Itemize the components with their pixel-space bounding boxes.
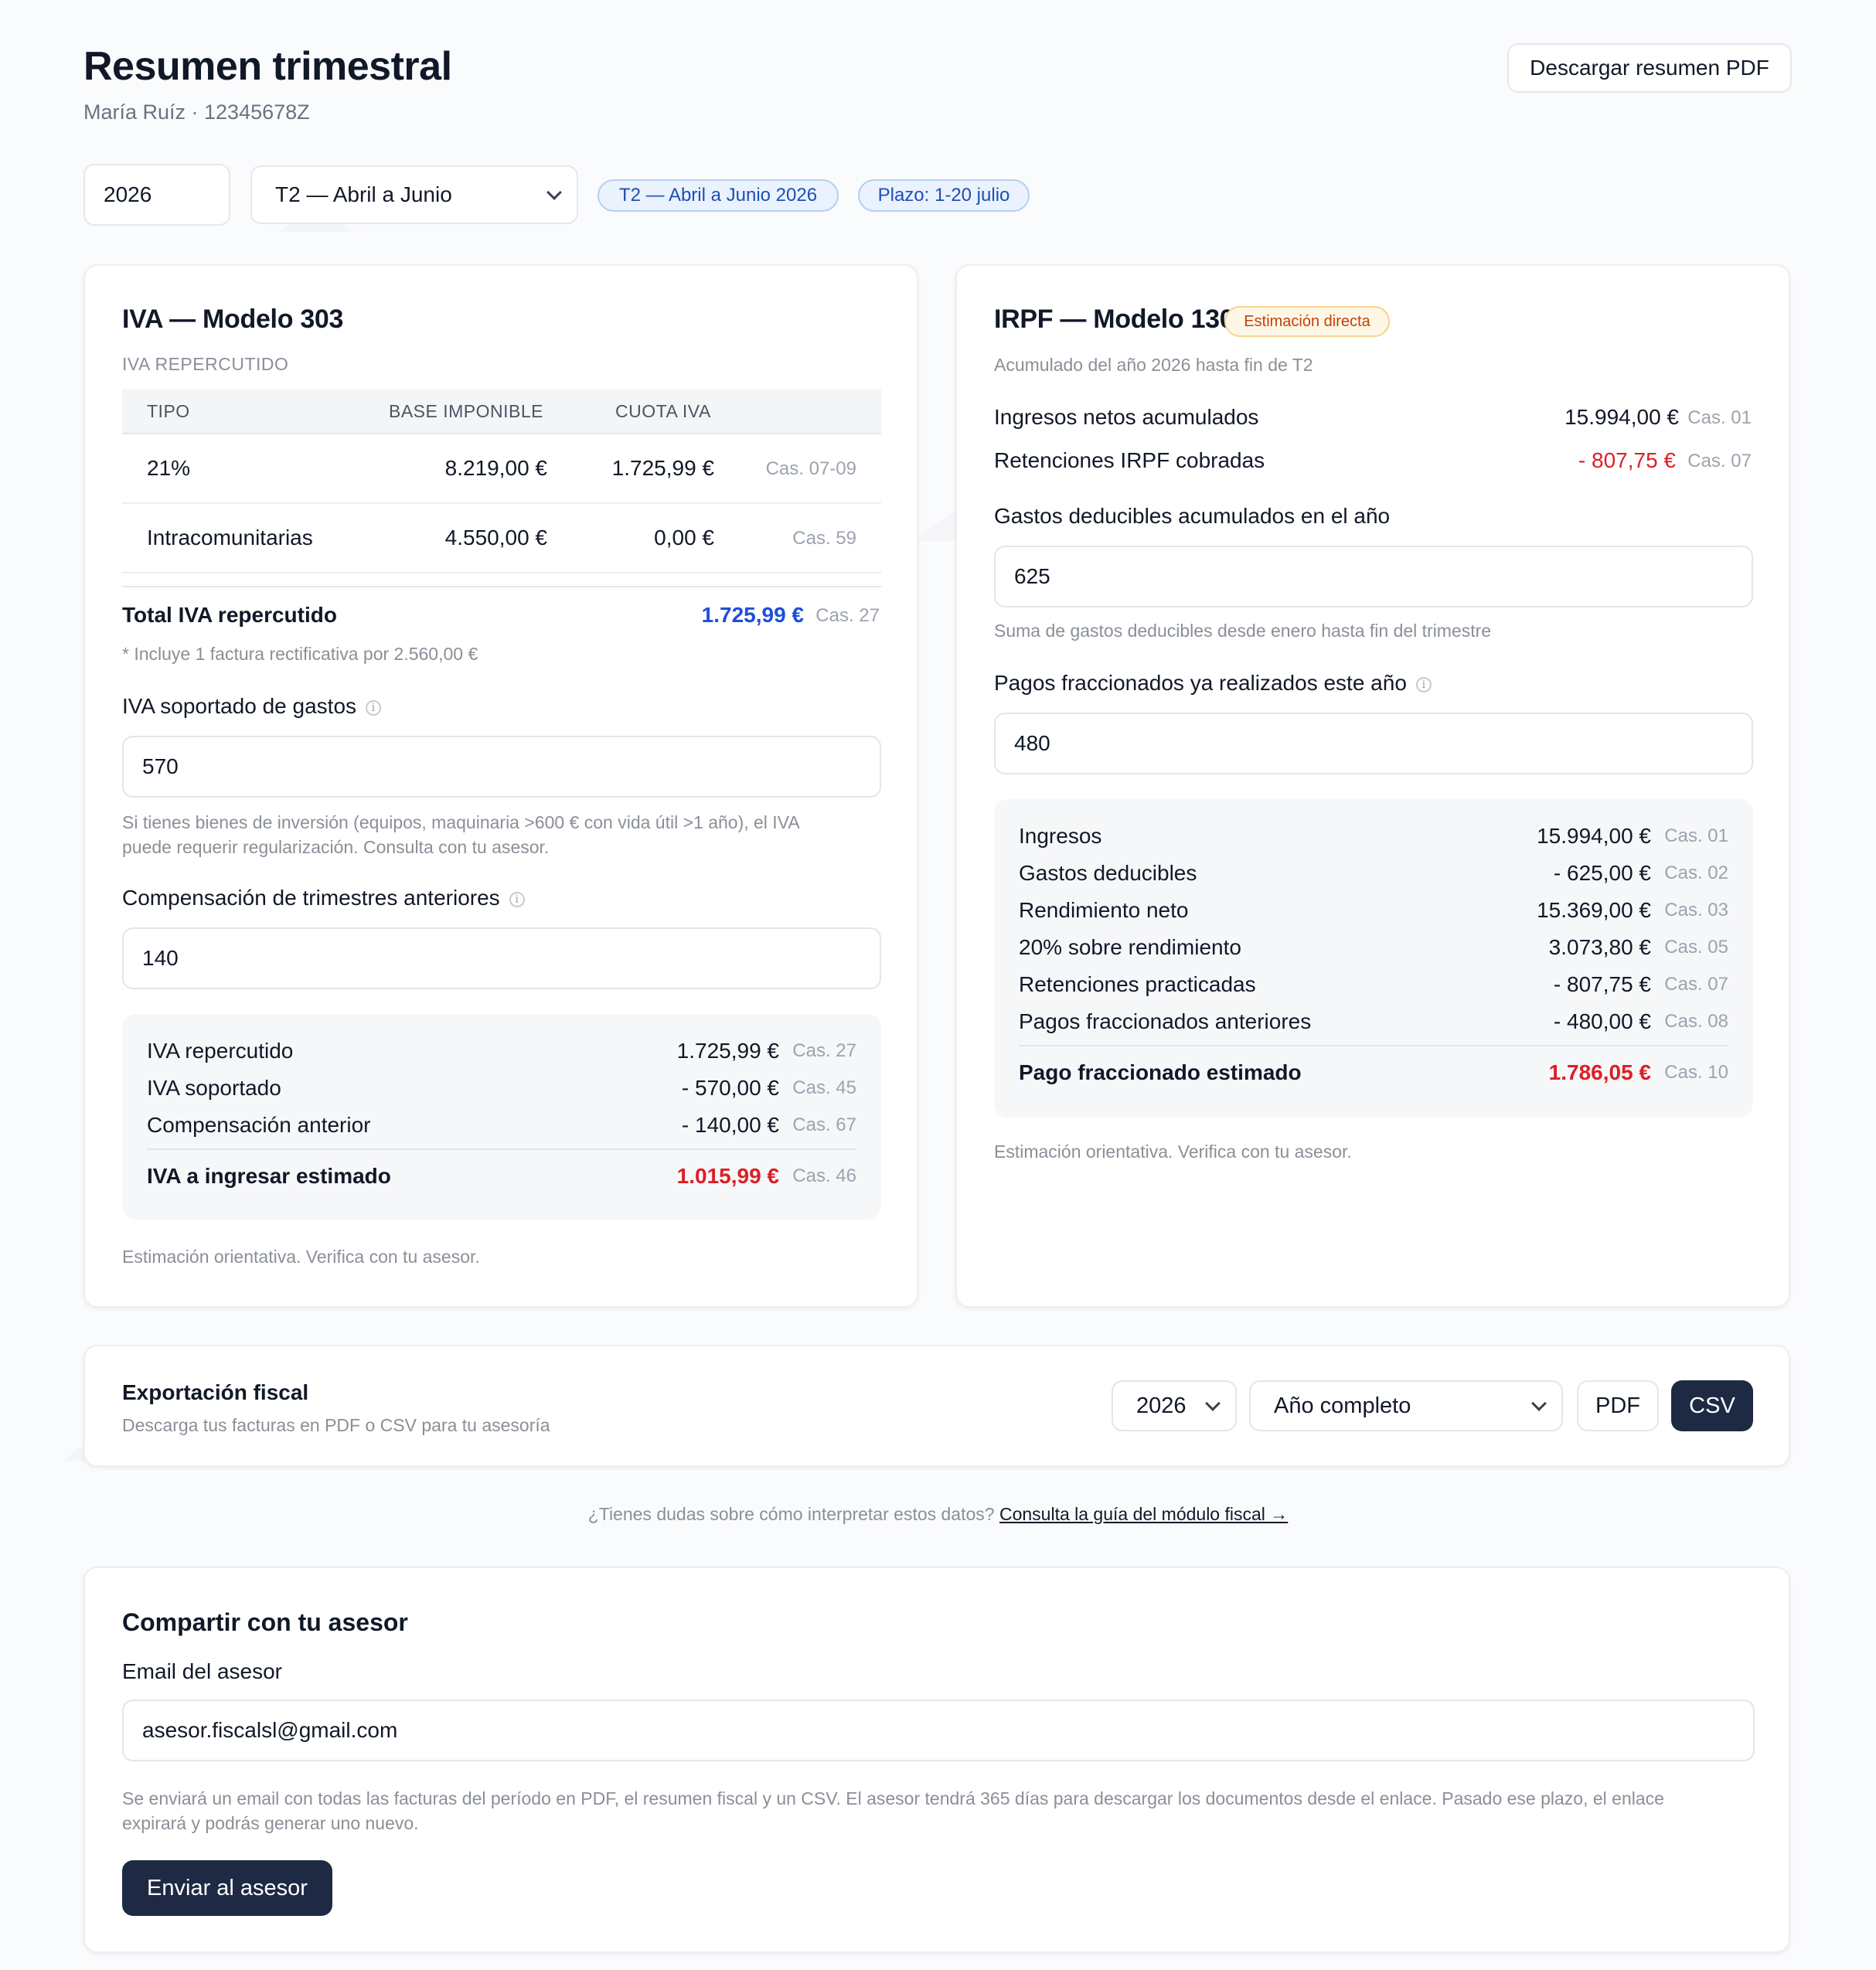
compensacion-input[interactable]: 140 (122, 927, 881, 989)
export-year-select[interactable]: 2026 (1112, 1380, 1237, 1431)
share-title: Compartir con tu asesor (122, 1608, 408, 1636)
compensacion-label: Compensación de trimestres anteriores i (122, 886, 525, 910)
export-title: Exportación fiscal (122, 1380, 309, 1404)
ingresos-cas: Cas. 01 (1687, 407, 1752, 428)
gastos-note: Suma de gastos deducibles desde enero ha… (994, 621, 1492, 641)
retenciones-cas: Cas. 07 (1687, 451, 1752, 471)
table-row: 21% 8.219,00 € 1.725,99 € Cas. 07-09 (122, 434, 881, 504)
gastos-label: Gastos deducibles acumulados en el año (994, 504, 1391, 528)
gastos-deducibles-input[interactable]: 625 (994, 546, 1753, 607)
export-csv-button[interactable]: CSV (1671, 1380, 1753, 1431)
pagos-label: Pagos fraccionados ya realizados este añ… (994, 671, 1432, 696)
inversion-note-line-2: puede requerir regularización. Consulta … (122, 837, 550, 857)
irpf-modelo-130-card: IRPF — Modelo 130 Estimación directa Acu… (955, 264, 1790, 1308)
ingresos-value: 15.994,00 € (1564, 405, 1679, 429)
summary-row: IVA repercutido 1.725,99 € Cas. 27 (147, 1039, 856, 1063)
help-question: ¿Tienes dudas sobre cómo interpretar est… (587, 1504, 999, 1524)
ingresos-label: Ingresos netos acumulados (994, 405, 1259, 429)
summary-row: Retenciones practicadas - 807,75 € Cas. … (1019, 972, 1728, 996)
irpf-card-title: IRPF — Modelo 130 (994, 305, 1234, 334)
divider (1019, 1045, 1728, 1046)
year-input[interactable]: 2026 (83, 164, 230, 226)
info-icon[interactable]: i (509, 891, 525, 907)
chevron-down-icon (1531, 1396, 1547, 1411)
summary-row: Compensación anterior - 140,00 € Cas. 67 (147, 1113, 856, 1137)
iva-modelo-303-card: IVA — Modelo 303 IVA REPERCUTIDO TIPO BA… (83, 264, 918, 1308)
chevron-down-icon (546, 185, 562, 200)
summary-row: Ingresos 15.994,00 € Cas. 01 (1019, 824, 1728, 848)
fiscal-guide-link[interactable]: Consulta la guía del módulo fiscal → (999, 1504, 1288, 1524)
retenciones-label: Retenciones IRPF cobradas (994, 448, 1265, 472)
retenciones-value: - 807,75 € (1578, 448, 1676, 472)
info-icon[interactable]: i (366, 699, 382, 716)
total-iva-repercutido-value: 1.725,99 € (701, 603, 804, 627)
summary-result-row: IVA a ingresar estimado 1.015,99 € Cas. … (147, 1164, 856, 1188)
period-filters: 2026 T2 — Abril a Junio T2 — Abril a Jun… (83, 164, 1088, 226)
divider (122, 586, 881, 587)
page-header: Resumen trimestral María Ruíz · 12345678… (83, 43, 1792, 136)
info-icon[interactable]: i (1415, 676, 1432, 692)
irpf-disclaimer: Estimación orientativa. Verifica con tu … (994, 1142, 1352, 1162)
share-note-line-1: Se enviará un email con todas las factur… (122, 1788, 1664, 1808)
divider (147, 1148, 856, 1150)
estimacion-directa-badge: Estimación directa (1224, 306, 1390, 337)
iva-summary-box: IVA repercutido 1.725,99 € Cas. 27 IVA s… (122, 1014, 881, 1220)
irpf-summary-box: Ingresos 15.994,00 € Cas. 01 Gastos dedu… (994, 799, 1753, 1118)
user-identity: María Ruíz · 12345678Z (83, 100, 310, 124)
summary-row: IVA soportado - 570,00 € Cas. 45 (147, 1076, 856, 1100)
inversion-note-line-1: Si tienes bienes de inversión (equipos, … (122, 812, 800, 832)
summary-row: 20% sobre rendimiento 3.073,80 € Cas. 05 (1019, 935, 1728, 959)
download-summary-pdf-button[interactable]: Descargar resumen PDF (1507, 43, 1792, 93)
deadline-pill: Plazo: 1-20 julio (858, 179, 1030, 212)
export-range-select[interactable]: Año completo (1249, 1380, 1563, 1431)
iva-table-header: TIPO BASE IMPONIBLE CUOTA IVA (122, 390, 881, 434)
quarter-select[interactable]: T2 — Abril a Junio (250, 165, 578, 224)
col-tipo: TIPO (147, 401, 190, 421)
total-iva-repercutido-cas: Cas. 27 (815, 605, 880, 626)
summary-row: Gastos deducibles - 625,00 € Cas. 02 (1019, 861, 1728, 885)
iva-soportado-label: IVA soportado de gastos i (122, 694, 382, 719)
iva-soportado-input[interactable]: 570 (122, 736, 881, 798)
col-cuota-iva: CUOTA IVA (615, 401, 711, 421)
quarter-select-value: T2 — Abril a Junio (275, 182, 452, 206)
help-line: ¿Tienes dudas sobre cómo interpretar est… (0, 1504, 1876, 1525)
iva-card-title: IVA — Modelo 303 (122, 305, 344, 334)
rectificativa-note: * Incluye 1 factura rectificativa por 2.… (122, 644, 478, 664)
export-subtitle: Descarga tus facturas en PDF o CSV para … (122, 1415, 550, 1435)
iva-disclaimer: Estimación orientativa. Verifica con tu … (122, 1247, 480, 1267)
send-to-advisor-button[interactable]: Enviar al asesor (122, 1860, 332, 1916)
table-row: Intracomunitarias 4.550,00 € 0,00 € Cas.… (122, 504, 881, 573)
iva-repercutido-section-label: IVA REPERCUTIDO (122, 354, 289, 374)
total-iva-repercutido-label: Total IVA repercutido (122, 603, 337, 627)
share-note-line-2: expirará y podrás generar uno nuevo. (122, 1813, 419, 1833)
summary-row: Rendimiento neto 15.369,00 € Cas. 03 (1019, 898, 1728, 922)
share-with-advisor-card: Compartir con tu asesor Email del asesor… (83, 1567, 1790, 1953)
summary-row: Pagos fraccionados anteriores - 480,00 €… (1019, 1009, 1728, 1033)
irpf-subtitle: Acumulado del año 2026 hasta fin de T2 (994, 355, 1313, 375)
chevron-down-icon (1205, 1396, 1221, 1411)
summary-result-row: Pago fraccionado estimado 1.786,05 € Cas… (1019, 1060, 1728, 1084)
advisor-email-label: Email del asesor (122, 1659, 282, 1683)
period-pill: T2 — Abril a Junio 2026 (598, 179, 839, 212)
fiscal-export-card: Exportación fiscal Descarga tus facturas… (83, 1345, 1790, 1467)
export-pdf-button[interactable]: PDF (1577, 1380, 1659, 1431)
pagos-fraccionados-input[interactable]: 480 (994, 713, 1753, 774)
advisor-email-input[interactable]: asesor.fiscalsl@gmail.com (122, 1700, 1755, 1761)
col-base-imponible: BASE IMPONIBLE (389, 401, 544, 421)
